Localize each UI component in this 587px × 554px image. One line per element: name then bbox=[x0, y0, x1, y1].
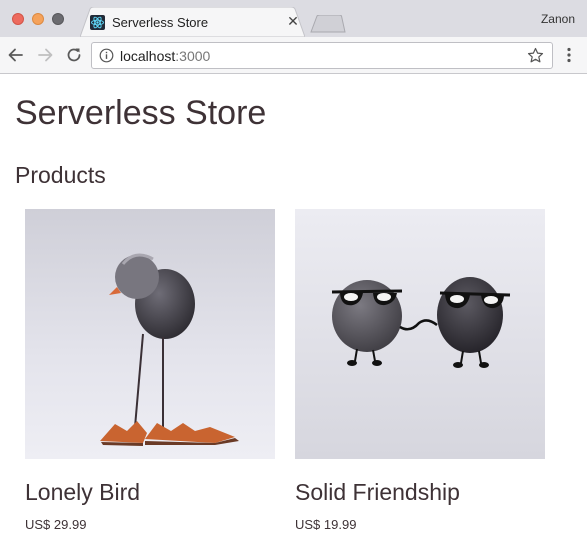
profile-name[interactable]: Zanon bbox=[541, 12, 575, 26]
product-name[interactable]: Solid Friendship bbox=[295, 479, 460, 506]
products-heading: Products bbox=[15, 162, 106, 188]
product-card[interactable]: Lonely Bird US$ 29.99 bbox=[25, 209, 275, 532]
forward-arrow-icon[interactable] bbox=[35, 45, 55, 65]
window-close-button[interactable] bbox=[12, 13, 24, 25]
page-title: Serverless Store bbox=[15, 94, 267, 132]
browser-window: Serverless Store ✕ Zanon localhost:3000 … bbox=[0, 0, 587, 554]
tab-serverless-store[interactable]: Serverless Store ✕ bbox=[80, 7, 305, 37]
more-menu-icon[interactable] bbox=[562, 46, 576, 64]
tab-strip: Serverless Store ✕ Zanon bbox=[0, 0, 587, 37]
new-tab-button[interactable] bbox=[310, 14, 346, 33]
back-arrow-icon[interactable] bbox=[6, 45, 26, 65]
react-favicon-icon bbox=[90, 15, 105, 30]
reload-icon[interactable] bbox=[64, 45, 84, 65]
product-name[interactable]: Lonely Bird bbox=[25, 479, 140, 506]
browser-toolbar: localhost:3000 bbox=[0, 37, 587, 74]
tab-close-icon[interactable]: ✕ bbox=[286, 14, 300, 28]
url-text[interactable]: localhost:3000 bbox=[120, 48, 210, 64]
bookmark-star-icon[interactable] bbox=[527, 47, 544, 64]
url-port: :3000 bbox=[175, 48, 211, 64]
product-card[interactable]: Solid Friendship US$ 19.99 bbox=[295, 209, 545, 532]
page-content: Serverless Store Products Lonely Bird US… bbox=[0, 74, 587, 554]
product-price: US$ 29.99 bbox=[25, 517, 87, 532]
product-image-solid-friendship[interactable] bbox=[295, 209, 545, 459]
product-image-lonely-bird[interactable] bbox=[25, 209, 275, 459]
tab-title: Serverless Store bbox=[112, 15, 209, 30]
url-host: localhost bbox=[120, 48, 176, 64]
address-bar[interactable]: localhost:3000 bbox=[91, 42, 553, 69]
window-minimize-button[interactable] bbox=[32, 13, 44, 25]
product-price: US$ 19.99 bbox=[295, 517, 357, 532]
window-maximize-button[interactable] bbox=[52, 13, 64, 25]
info-icon[interactable] bbox=[99, 48, 114, 63]
